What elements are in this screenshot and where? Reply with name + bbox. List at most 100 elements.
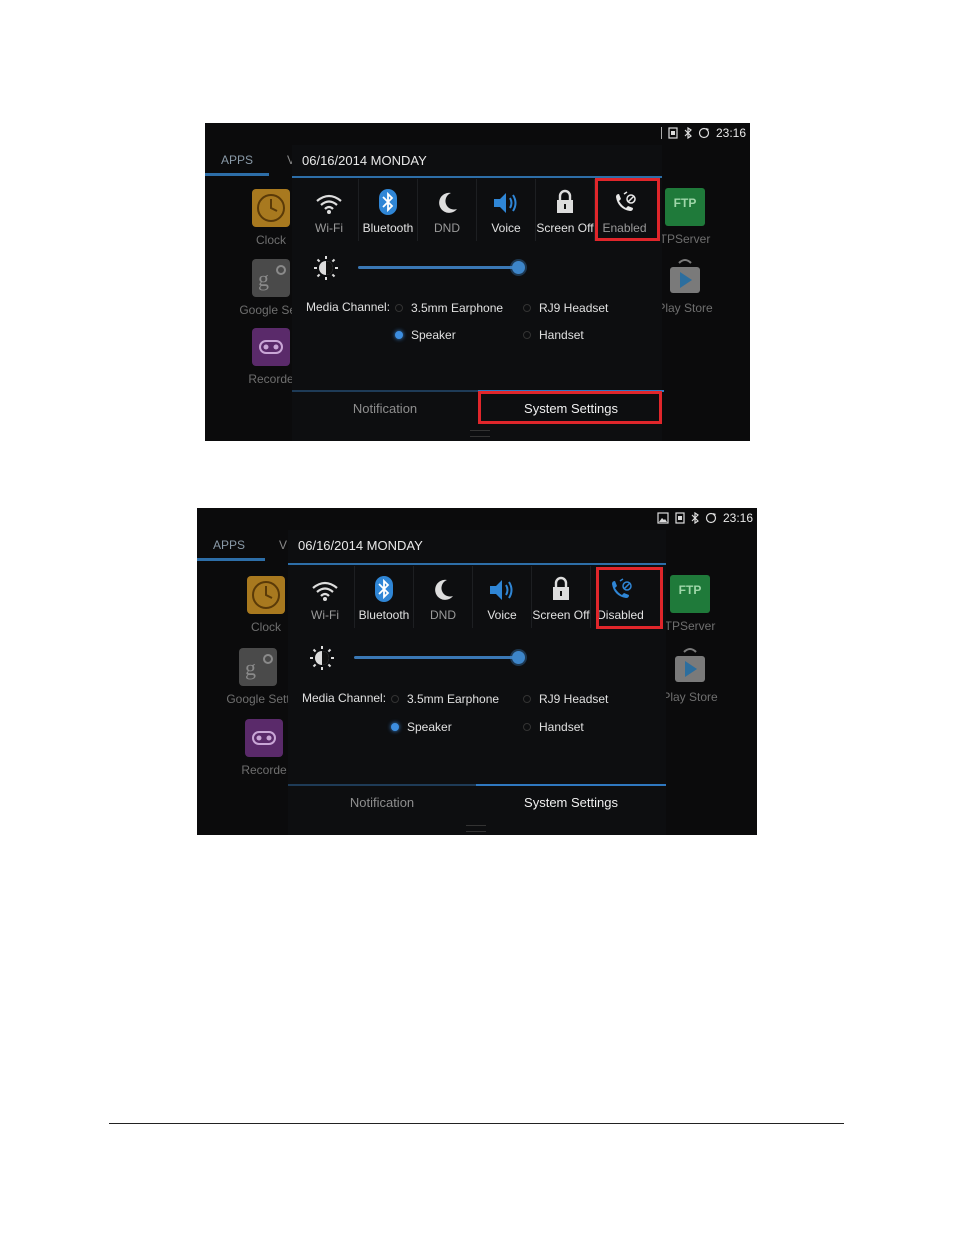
clock-icon bbox=[247, 576, 285, 614]
page-footer-rule bbox=[109, 1123, 844, 1124]
bluetooth-icon bbox=[379, 189, 397, 215]
tile-voice[interactable]: Voice bbox=[477, 179, 536, 241]
moon-icon bbox=[435, 579, 453, 600]
app-label: Recorde bbox=[241, 763, 287, 777]
tile-label: Bluetooth bbox=[362, 221, 414, 235]
radio-button[interactable] bbox=[523, 723, 531, 731]
sync-icon bbox=[705, 512, 717, 524]
date-label: 06/16/2014 MONDAY bbox=[302, 153, 427, 168]
panel-tabs: Notification System Settings bbox=[288, 784, 666, 818]
tile-voice[interactable]: Voice bbox=[473, 566, 532, 628]
radio-earphone[interactable]: 3.5mm Earphone bbox=[395, 301, 503, 315]
media-channel-label: Media Channel: bbox=[306, 300, 391, 314]
svg-text:g: g bbox=[245, 655, 256, 680]
apps-tab-indicator bbox=[205, 173, 269, 176]
sim-icon bbox=[675, 512, 685, 524]
tile-label: Wi-Fi bbox=[315, 221, 343, 235]
radio-button[interactable] bbox=[395, 304, 403, 312]
sync-icon bbox=[698, 127, 710, 139]
date-label: 06/16/2014 MONDAY bbox=[298, 538, 423, 553]
sim-icon bbox=[668, 127, 678, 139]
tile-screen-off[interactable]: Screen Off bbox=[536, 179, 595, 241]
apps-tab-label: APPS bbox=[221, 153, 254, 167]
bluetooth-status-icon bbox=[684, 127, 692, 139]
moon-icon bbox=[439, 192, 457, 213]
tile-label: DND bbox=[434, 221, 460, 235]
tile-label: DND bbox=[430, 608, 456, 622]
brightness-slider-track[interactable] bbox=[358, 266, 518, 269]
radio-label: Speaker bbox=[411, 328, 456, 342]
app-label: Google Sett bbox=[226, 692, 290, 706]
radio-button[interactable] bbox=[523, 304, 531, 312]
tab-system-settings[interactable]: System Settings bbox=[476, 784, 666, 818]
speaker-icon bbox=[490, 580, 513, 600]
radio-label: Handset bbox=[539, 720, 584, 734]
clock-icon bbox=[252, 189, 290, 227]
radio-label: 3.5mm Earphone bbox=[407, 692, 500, 706]
lock-icon bbox=[557, 189, 573, 213]
radio-label: Speaker bbox=[407, 720, 452, 734]
tile-label: Voice bbox=[487, 608, 517, 622]
radio-label: 3.5mm Earphone bbox=[411, 301, 504, 315]
tile-screen-off[interactable]: Screen Off bbox=[532, 566, 591, 628]
app-label: TPServer bbox=[659, 232, 711, 246]
tile-label: Screen Off bbox=[536, 221, 594, 235]
app-label: TPServer bbox=[664, 619, 716, 633]
brightness-slider-knob[interactable] bbox=[512, 261, 525, 274]
tile-wifi[interactable]: Wi-Fi bbox=[300, 179, 359, 241]
tile-wifi[interactable]: Wi-Fi bbox=[296, 566, 355, 628]
radio-rj9-headset[interactable]: RJ9 Headset bbox=[523, 301, 608, 315]
apps-tab-label: APPS bbox=[213, 538, 246, 552]
status-divider bbox=[660, 127, 662, 139]
speaker-icon bbox=[494, 193, 517, 213]
brightness-slider-knob[interactable] bbox=[512, 651, 525, 664]
bluetooth-status-icon bbox=[691, 512, 699, 524]
brightness-icon bbox=[310, 646, 334, 670]
app-google-settings[interactable]: g Google Sett bbox=[218, 648, 298, 706]
screenshot-enabled: 23:16 APPS V Clock g Google Sett Recorde… bbox=[205, 123, 750, 441]
radio-button[interactable] bbox=[523, 695, 531, 703]
wifi-icon bbox=[312, 581, 338, 601]
wifi-icon bbox=[316, 194, 342, 214]
radio-button-selected[interactable] bbox=[391, 723, 399, 731]
radio-button[interactable] bbox=[391, 695, 399, 703]
tile-label: Wi-Fi bbox=[311, 608, 339, 622]
lock-icon bbox=[553, 576, 569, 600]
date-divider bbox=[288, 563, 666, 565]
app-label: Play Store bbox=[662, 690, 718, 704]
tile-dnd[interactable]: DND bbox=[418, 179, 477, 241]
tile-bluetooth[interactable]: Bluetooth bbox=[359, 179, 418, 241]
apps-tab-indicator bbox=[197, 558, 265, 561]
picture-icon bbox=[657, 512, 669, 524]
radio-rj9-headset[interactable]: RJ9 Headset bbox=[523, 692, 608, 706]
app-label: Clock bbox=[255, 233, 286, 247]
radio-handset[interactable]: Handset bbox=[523, 328, 584, 342]
radio-button[interactable] bbox=[523, 331, 531, 339]
tab-notification[interactable]: Notification bbox=[292, 390, 478, 424]
recorder-icon bbox=[252, 328, 290, 366]
media-channel-label: Media Channel: bbox=[302, 691, 387, 705]
drag-handle[interactable] bbox=[466, 825, 486, 832]
tile-dnd[interactable]: DND bbox=[414, 566, 473, 628]
radio-earphone[interactable]: 3.5mm Earphone bbox=[391, 692, 499, 706]
widgets-tab-label[interactable]: V bbox=[279, 538, 287, 552]
drag-handle[interactable] bbox=[470, 430, 490, 437]
google-settings-icon: g bbox=[239, 648, 277, 686]
radio-label: Handset bbox=[539, 328, 584, 342]
play-store-icon bbox=[671, 648, 709, 684]
tab-notification[interactable]: Notification bbox=[288, 784, 476, 818]
tile-bluetooth[interactable]: Bluetooth bbox=[355, 566, 414, 628]
brightness-icon bbox=[314, 256, 338, 280]
play-store-icon bbox=[666, 259, 704, 295]
highlight-disabled-tile bbox=[596, 567, 663, 629]
app-label: Recorde bbox=[248, 372, 294, 386]
app-label: Clock bbox=[250, 620, 281, 634]
radio-handset[interactable]: Handset bbox=[523, 720, 584, 734]
brightness-slider-track[interactable] bbox=[354, 656, 520, 659]
radio-label: RJ9 Headset bbox=[539, 301, 609, 315]
radio-button-selected[interactable] bbox=[395, 331, 403, 339]
status-bar: 23:16 bbox=[657, 508, 757, 528]
radio-speaker[interactable]: Speaker bbox=[395, 328, 456, 342]
radio-speaker[interactable]: Speaker bbox=[391, 720, 452, 734]
svg-text:g: g bbox=[258, 266, 269, 291]
